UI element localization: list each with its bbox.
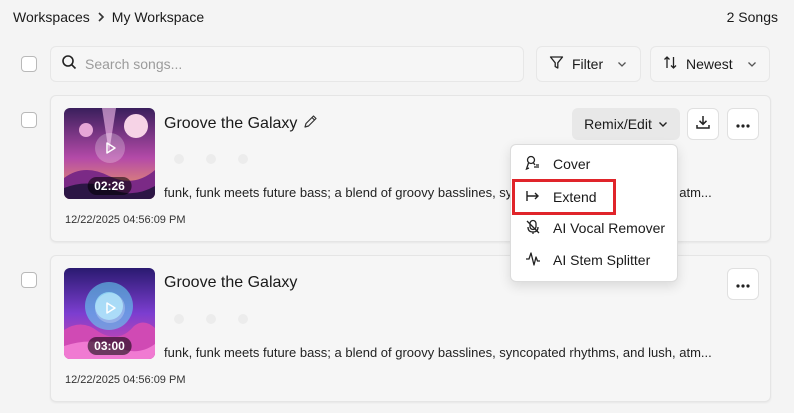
filter-button[interactable]: Filter (536, 46, 641, 82)
menu-item-label: Extend (553, 189, 597, 205)
song-actions-faint (174, 314, 248, 324)
select-all-checkbox[interactable] (21, 56, 37, 72)
remix-edit-button[interactable]: Remix/Edit (572, 108, 680, 140)
ellipsis-icon (735, 115, 751, 133)
song-title: Groove the Galaxy (164, 115, 298, 132)
play-icon[interactable] (94, 293, 125, 324)
song-actions-faint (174, 154, 248, 164)
download-icon (695, 114, 711, 135)
more-options-button[interactable] (727, 108, 759, 140)
song-title: Groove the Galaxy (164, 274, 298, 291)
menu-item-extend[interactable]: Extend (512, 179, 616, 215)
search-icon (61, 54, 77, 75)
song-checkbox[interactable] (21, 112, 37, 128)
menu-item-label: AI Stem Splitter (553, 252, 651, 268)
sort-icon (663, 55, 678, 73)
filter-icon (549, 55, 564, 73)
search-bar (50, 46, 524, 82)
sort-button[interactable]: Newest (650, 46, 770, 82)
more-options-button[interactable] (727, 268, 759, 300)
song-title-row: Groove the Galaxy (164, 274, 297, 292)
breadcrumb-current: My Workspace (111, 9, 205, 25)
menu-item-cover[interactable]: Cover (511, 149, 677, 179)
song-count: 2 Songs (726, 9, 778, 25)
ellipsis-icon (735, 275, 751, 293)
filter-label: Filter (572, 56, 604, 72)
menu-item-stem-splitter[interactable]: AI Stem Splitter (511, 245, 677, 275)
song-date: 12/22/2025 04:56:09 PM (65, 214, 186, 226)
sort-label: Newest (686, 56, 733, 72)
breadcrumb: Workspaces My Workspace (13, 9, 204, 25)
song-description: funk, funk meets future bass; a blend of… (164, 345, 712, 360)
song-checkbox[interactable] (21, 272, 37, 288)
song-thumbnail[interactable]: 03:00 (64, 268, 155, 359)
cover-icon (525, 155, 541, 174)
chevron-right-icon (96, 9, 106, 25)
song-title-row: Groove the Galaxy (164, 114, 318, 134)
chevron-down-icon (658, 116, 668, 132)
duration-badge: 03:00 (87, 337, 132, 355)
breadcrumb-workspaces[interactable]: Workspaces (13, 9, 90, 25)
menu-item-label: Cover (553, 156, 591, 172)
menu-item-vocal-remover[interactable]: AI Vocal Remover (511, 213, 677, 243)
vocal-remover-icon (525, 219, 541, 238)
remix-edit-label: Remix/Edit (584, 116, 652, 132)
pencil-icon[interactable] (303, 114, 318, 134)
download-button[interactable] (687, 108, 719, 140)
search-input[interactable] (85, 56, 485, 72)
extend-icon (525, 188, 541, 207)
chevron-down-icon (747, 56, 757, 72)
duration-badge: 02:26 (87, 177, 132, 195)
song-thumbnail[interactable]: 02:26 (64, 108, 155, 199)
chevron-down-icon (617, 56, 627, 72)
play-icon[interactable] (94, 133, 125, 164)
menu-item-label: AI Vocal Remover (553, 220, 666, 236)
stem-splitter-icon (525, 251, 541, 270)
remix-edit-menu: Cover Extend AI Vocal Remover AI Stem Sp… (510, 144, 678, 282)
song-date: 12/22/2025 04:56:09 PM (65, 374, 186, 386)
